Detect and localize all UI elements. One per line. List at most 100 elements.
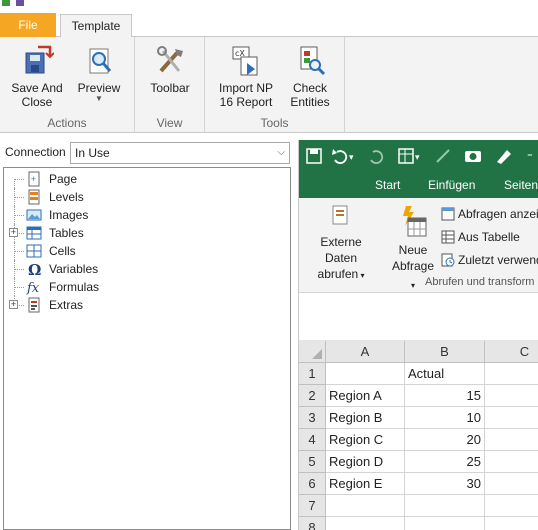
from-table-icon: [441, 230, 455, 244]
fx-formulas-icon: fx: [26, 281, 40, 295]
excel-show-queries-button[interactable]: Abfragen anzei: [441, 207, 538, 221]
tab-file[interactable]: File: [0, 13, 56, 37]
cell-a[interactable]: [326, 363, 405, 385]
ribbon-tab-bar: File Template: [0, 13, 538, 38]
excel-formula-area: [299, 293, 538, 341]
check-entities-icon: [300, 46, 326, 76]
row-header[interactable]: 7: [299, 495, 326, 517]
cell-b[interactable]: 25: [405, 451, 485, 473]
cell-c[interactable]: [485, 363, 538, 385]
recent-sources-label: Zuletzt verwend: [458, 253, 538, 267]
cell-a[interactable]: Region A: [326, 385, 405, 407]
tree-item-label: Page: [49, 172, 78, 186]
excel-tab-seitenlayout[interactable]: Seitenl: [504, 178, 538, 192]
excel-preview-pane[interactable]: ▾ ▾ ⁼ Start Einfügen Seitenl Externe Dat…: [298, 140, 538, 530]
table-row: 1 Actual: [299, 363, 538, 385]
excel-from-table-button[interactable]: Aus Tabelle: [441, 230, 520, 244]
excel-tab-einfuegen[interactable]: Einfügen: [428, 178, 475, 192]
tree-item-tables[interactable]: + Tables: [4, 224, 284, 242]
table-row: 8: [299, 517, 538, 530]
tree-item-variables[interactable]: Ω Variables: [4, 260, 284, 278]
cell-a[interactable]: Region C: [326, 429, 405, 451]
save-and-close-button[interactable]: Save And Close: [6, 43, 68, 109]
ribbon-group-label-view: View: [156, 116, 183, 130]
element-tree[interactable]: + Page Levels Images + Tables Cells Ω Va…: [3, 167, 291, 530]
tab-template[interactable]: Template: [60, 14, 132, 38]
column-header-b[interactable]: B: [405, 341, 485, 363]
cell-b[interactable]: 20: [405, 429, 485, 451]
tree-item-cells[interactable]: Cells: [4, 242, 284, 260]
tree-item-formulas[interactable]: fx Formulas: [4, 278, 284, 296]
excel-ribbon: Externe Daten abrufen ▾ Neue Abfrage ▾ A…: [299, 198, 538, 293]
excel-recent-sources-button[interactable]: Zuletzt verwend: [441, 253, 538, 267]
ribbon-group-view: Toolbar View: [135, 37, 205, 133]
cell-c[interactable]: [485, 517, 538, 530]
cell-c[interactable]: [485, 451, 538, 473]
extras-icon: [28, 297, 40, 313]
ribbon-group-label-actions: Actions: [47, 116, 87, 130]
cell-c[interactable]: [485, 429, 538, 451]
connection-label: Connection: [5, 145, 66, 159]
show-queries-icon: [441, 207, 455, 221]
ribbon-group-actions: Save And Close Preview ▼ Actions: [0, 37, 135, 133]
cell-a[interactable]: [326, 495, 405, 517]
toolbar-label: Toolbar: [150, 81, 190, 95]
cell-b[interactable]: [405, 517, 485, 530]
column-header-a[interactable]: A: [326, 341, 405, 363]
ribbon: Save And Close Preview ▼ Actions Toolbar…: [0, 37, 538, 133]
app-purple-icon[interactable]: [16, 0, 24, 6]
cell-b[interactable]: [405, 495, 485, 517]
cell-c[interactable]: [485, 495, 538, 517]
row-header[interactable]: 5: [299, 451, 326, 473]
cell-c[interactable]: [485, 385, 538, 407]
row-header[interactable]: 6: [299, 473, 326, 495]
connection-selected-value: In Use: [75, 146, 110, 160]
tree-item-label: Images: [49, 208, 89, 222]
expand-icon[interactable]: +: [9, 300, 18, 309]
toolbar-tools-icon: [157, 46, 183, 73]
cell-a[interactable]: Region D: [326, 451, 405, 473]
chevron-down-icon[interactable]: ⌵: [277, 143, 285, 163]
grid-header-row: A B C: [299, 341, 538, 363]
cell-c[interactable]: [485, 407, 538, 429]
cell-c[interactable]: [485, 473, 538, 495]
table-row: 7: [299, 495, 538, 517]
row-header[interactable]: 4: [299, 429, 326, 451]
excel-ribbon-group-label: Abrufen und transform: [425, 276, 535, 288]
cell-b[interactable]: 15: [405, 385, 485, 407]
app-green-icon[interactable]: [2, 0, 10, 6]
row-header[interactable]: 3: [299, 407, 326, 429]
expand-icon[interactable]: +: [9, 228, 18, 237]
row-header[interactable]: 1: [299, 363, 326, 385]
column-header-c[interactable]: C: [485, 341, 538, 363]
cell-a[interactable]: [326, 517, 405, 530]
tree-item-levels[interactable]: Levels: [4, 188, 284, 206]
tree-item-extras[interactable]: + Extras: [4, 296, 284, 314]
svg-text:▾: ▾: [349, 153, 354, 163]
select-all-corner[interactable]: [299, 341, 326, 363]
cell-a[interactable]: Region B: [326, 407, 405, 429]
tree-item-images[interactable]: Images: [4, 206, 284, 224]
excel-tab-start[interactable]: Start: [375, 178, 400, 192]
tree-item-label: Formulas: [49, 280, 100, 294]
excel-external-data-button[interactable]: Externe Daten abrufen ▾: [303, 204, 379, 284]
check-entities-button[interactable]: Check Entities: [283, 43, 337, 109]
cell-a[interactable]: Region E: [326, 473, 405, 495]
cell-b[interactable]: 30: [405, 473, 485, 495]
excel-quick-access-toolbar: ▾ ▾ ⁼: [299, 140, 538, 172]
row-header[interactable]: 2: [299, 385, 326, 407]
tree-item-label: Extras: [49, 298, 84, 312]
preview-button[interactable]: Preview ▼: [72, 43, 126, 103]
preview-dropdown-arrow[interactable]: ▼: [72, 95, 126, 103]
cell-b[interactable]: Actual: [405, 363, 485, 385]
quick-access-toolbar: [0, 0, 538, 13]
tree-item-page[interactable]: + Page: [4, 170, 284, 188]
external-data-label: Externe Daten abrufen: [317, 235, 362, 281]
tree-item-label: Tables: [49, 226, 84, 240]
connection-select[interactable]: In Use ⌵: [70, 142, 290, 164]
table-row: 6 Region E 30: [299, 473, 538, 495]
toolbar-button[interactable]: Toolbar: [143, 43, 197, 95]
import-np16-report-button[interactable]: cX Import NP 16 Report: [213, 43, 279, 109]
row-header[interactable]: 8: [299, 517, 326, 530]
cell-b[interactable]: 10: [405, 407, 485, 429]
